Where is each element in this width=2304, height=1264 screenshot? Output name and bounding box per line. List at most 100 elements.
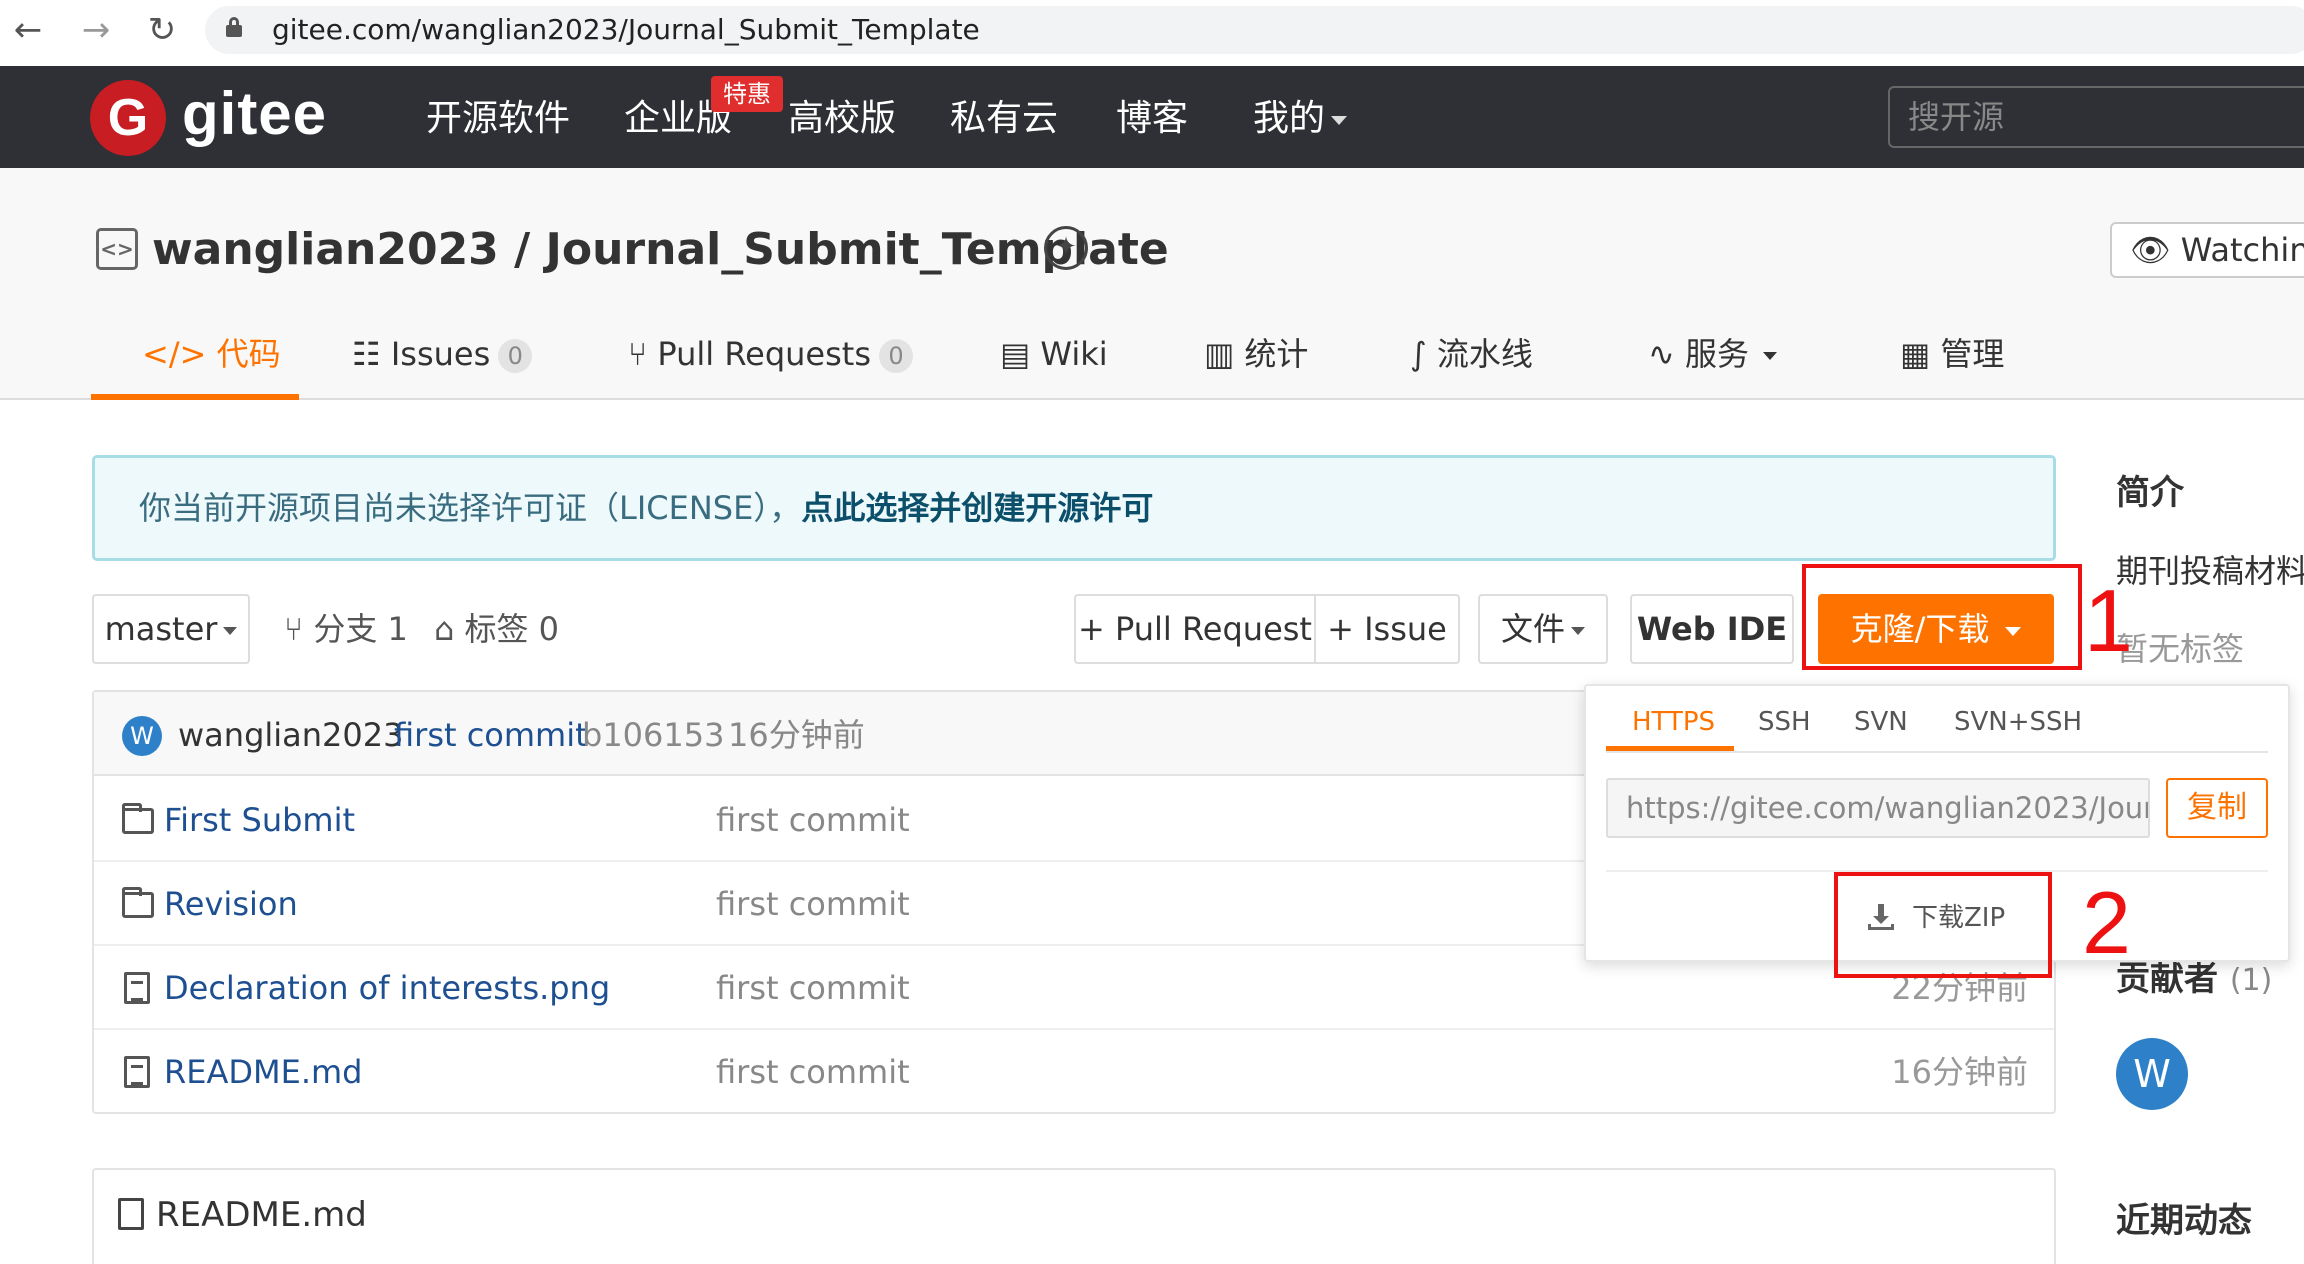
table-row[interactable] [94,1030,2054,1114]
chevron-down-icon [1571,627,1585,635]
folder-icon [122,887,154,918]
tags-link[interactable]: ⌂ 标签 0 [434,604,559,654]
intro-heading: 简介 [2116,473,2184,513]
nav-private-cloud[interactable]: 私有云 [950,94,1058,144]
tab-code-label: 代码 [216,335,281,373]
file-name[interactable]: First Submit [164,795,355,845]
nav-education[interactable]: 高校版 [788,94,896,144]
repo-code-icon: <> [96,228,138,270]
annotation-number-1: 1 [2084,571,2133,670]
pulse-icon: ∿ [1648,335,1685,373]
file-menu-button[interactable]: 文件 [1478,594,1608,664]
file-commit-message[interactable]: first commit [716,879,910,929]
branches-link[interactable]: ⑂ 分支 1 [284,604,408,654]
tags-empty-text: 暂无标签 [2116,630,2245,668]
back-arrow-icon[interactable]: ← [6,8,50,52]
forward-arrow-icon[interactable]: → [74,8,118,52]
nav-open-source[interactable]: 开源软件 [426,94,570,144]
branch-select[interactable]: master [92,594,250,664]
tab-code[interactable]: </> 代码 [142,330,281,378]
eye-icon: 👁 [2130,231,2181,269]
contributors-heading-label: 贡献者 [2116,959,2218,999]
license-notice: 你当前开源项目尚未选择许可证（LICENSE），点此选择并创建开源许可 [92,455,2056,561]
tab-pipeline[interactable]: ∫ 流水线 [1410,330,1533,378]
file-commit-message[interactable]: first commit [716,795,910,845]
active-tab-indicator [1606,746,1734,751]
file-name[interactable]: Revision [164,879,298,929]
chevron-down-icon [1331,115,1348,125]
tab-services-label: 服务 [1684,335,1749,373]
watch-label: Watching [2180,231,2304,269]
gitee-logo-icon[interactable]: G [90,80,166,156]
new-pull-request-button[interactable]: + Pull Request [1074,594,1316,664]
intro-text: 期刊投稿材料 [2116,552,2304,590]
tab-wiki[interactable]: ▤ Wiki [1000,330,1108,378]
readme-panel [92,1168,2056,1264]
tags-count: 标签 0 [464,610,560,648]
pull-request-icon: ⑂ [628,335,658,373]
nav-mine-label: 我的 [1253,98,1326,139]
tab-svn[interactable]: SVN [1854,702,1908,742]
tab-wiki-label: Wiki [1040,335,1108,373]
tab-issues[interactable]: ☷ Issues 0 [352,330,533,378]
search-input[interactable]: 搜开源 [1888,86,2304,148]
file-time: 16分钟前 [1891,1053,2028,1091]
lock-icon [226,17,242,37]
file-icon [124,1056,150,1088]
issues-count-badge: 0 [498,339,533,373]
branches-count: 分支 1 [313,610,408,648]
pipeline-icon: ∫ [1410,335,1437,373]
recommend-badge-icon[interactable]: ✦ [1044,226,1088,270]
folder-icon [122,803,154,834]
annotation-number-2: 2 [2082,873,2131,972]
tab-svn-ssh[interactable]: SVN+SSH [1954,702,2082,742]
activity-heading: 近期动态 [2116,1201,2252,1241]
web-ide-button[interactable]: Web IDE [1630,594,1794,664]
new-issue-button[interactable]: + Issue [1314,594,1460,664]
tab-services[interactable]: ∿ 服务 [1648,330,1777,378]
copy-button[interactable]: 复制 [2166,778,2268,838]
nav-blog[interactable]: 博客 [1116,94,1188,144]
file-name[interactable]: Declaration of interests.png [164,963,610,1013]
reload-icon[interactable]: ↻ [140,8,184,52]
commit-hash[interactable]: b106153 [582,710,724,760]
tab-manage-label: 管理 [1940,335,2005,373]
settings-doc-icon: ▦ [1900,335,1941,373]
tab-stats-label: 统计 [1244,335,1309,373]
file-icon [124,972,150,1004]
contributors-count: (1) [2229,963,2273,998]
active-tab-indicator [91,394,299,400]
annotation-box-download [1834,872,2052,978]
tab-ssh[interactable]: SSH [1758,702,1811,742]
file-commit-message[interactable]: first commit [716,1047,910,1097]
commit-message[interactable]: first commit [394,710,588,760]
tab-pipeline-label: 流水线 [1436,335,1533,373]
license-notice-text: 你当前开源项目尚未选择许可证（LICENSE）， [139,489,802,527]
address-url[interactable]: gitee.com/wanglian2023/Journal_Submit_Te… [272,10,980,50]
watch-button[interactable]: 👁 Watching [2110,222,2304,278]
tab-manage[interactable]: ▦ 管理 [1900,330,2004,378]
tab-issues-label: Issues [390,335,491,373]
tab-https[interactable]: HTTPS [1632,702,1715,742]
clone-url-field[interactable]: https://gitee.com/wanglian2023/Journal_S… [1606,778,2150,838]
bar-chart-icon: ▥ [1204,335,1245,373]
gitee-logo-text[interactable]: gitee [182,74,327,154]
file-menu-label: 文件 [1500,610,1565,648]
tab-stats[interactable]: ▥ 统计 [1204,330,1308,378]
file-commit-message[interactable]: first commit [716,963,910,1013]
contributor-avatar[interactable]: W [2116,1038,2188,1110]
repo-title[interactable]: wanglian2023 / Journal_Submit_Template [152,222,1169,278]
commit-time: 16分钟前 [728,716,865,754]
commit-author[interactable]: wanglian2023 [178,710,403,760]
tab-pull-requests[interactable]: ⑂ Pull Requests 0 [628,330,913,378]
nav-mine[interactable]: 我的 [1253,94,1348,144]
branch-select-label: master [104,610,218,648]
book-icon: ▤ [1000,335,1041,373]
pr-count-badge: 0 [879,339,913,373]
readme-title: README.md [156,1195,367,1235]
author-avatar[interactable]: W [122,716,162,756]
file-name[interactable]: README.md [164,1047,362,1097]
chevron-down-icon [1763,352,1777,360]
create-license-link[interactable]: 点此选择并创建开源许可 [801,489,1153,527]
tag-icon: ⌂ [434,610,465,648]
